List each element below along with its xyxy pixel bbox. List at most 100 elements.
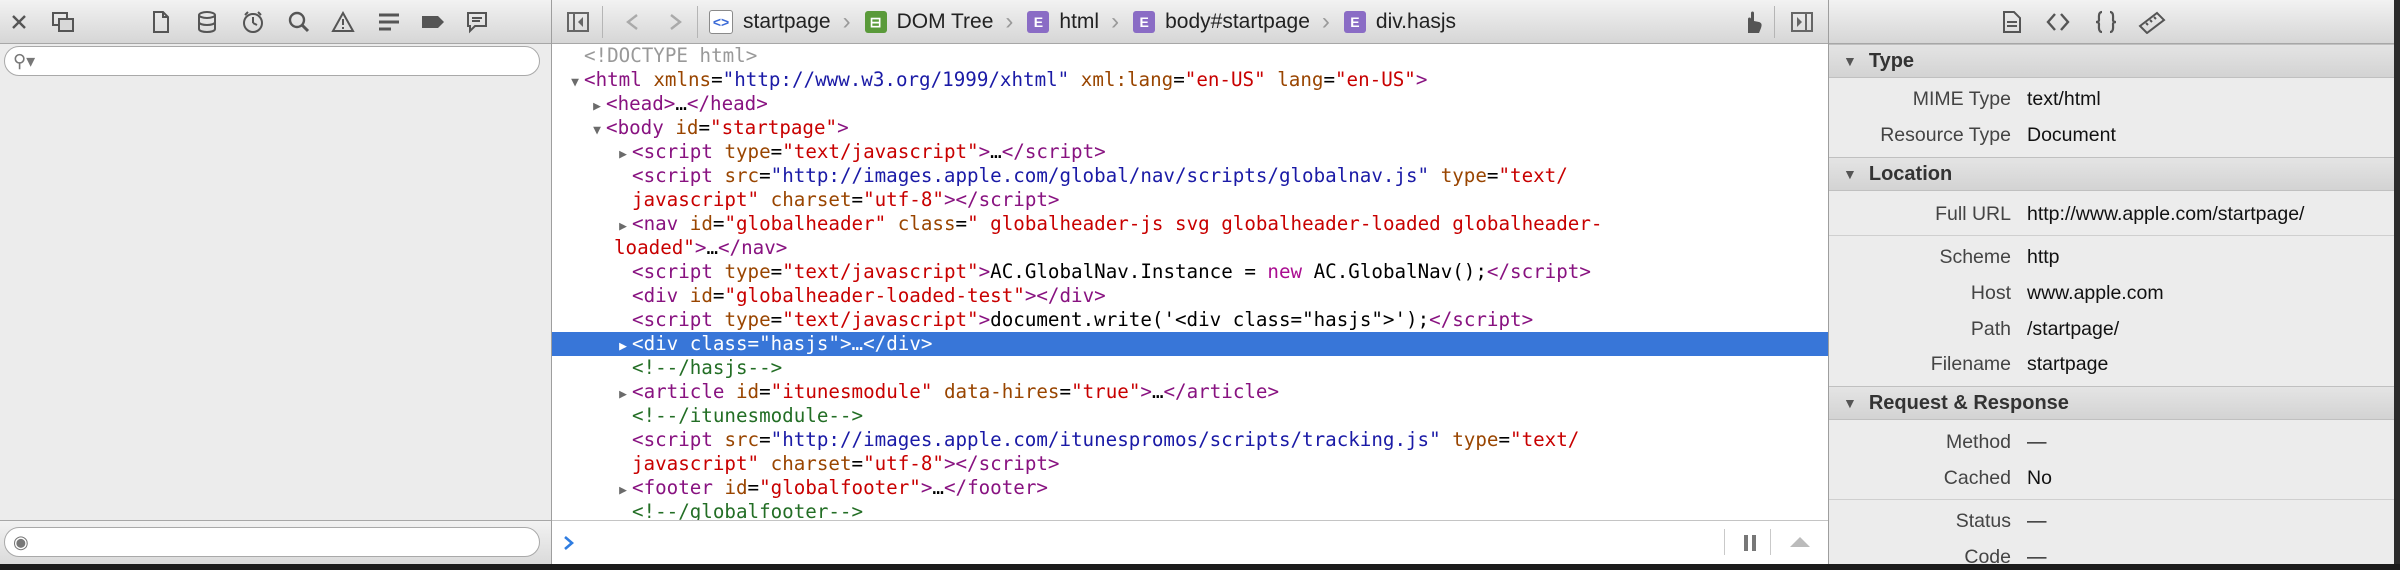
disclosure-open-icon: ▼ — [1843, 53, 1857, 69]
detail-row-full-url: Full URL http://www.apple.com/startpage/ — [1935, 202, 2305, 225]
dom-node-script-instance[interactable]: <script type="text/javascript">AC.Global… — [552, 260, 1828, 284]
dom-node-comment-globalfooter[interactable]: <!--/globalfooter--> — [552, 500, 1828, 520]
dom-tree-content: <> startpage › ⊟ DOM Tree › E html › E b… — [552, 0, 1828, 564]
sidebar-filter-field[interactable]: ◉ — [4, 527, 540, 557]
dom-node-div-loaded-test[interactable]: <div id="globalheader-loaded-test"></div… — [552, 284, 1828, 308]
detail-row-cached: Cached No — [1943, 466, 2052, 489]
content-navigation-bar: <> startpage › ⊟ DOM Tree › E html › E b… — [552, 0, 1828, 44]
dom-node-nav-cont[interactable]: loaded">…</nav> — [552, 236, 1828, 260]
chevron-right-icon: › — [842, 8, 851, 35]
dom-node-script-globalnav[interactable]: <script src="http://images.apple.com/glo… — [552, 164, 1828, 188]
quick-console[interactable] — [552, 520, 1828, 564]
breadcrumb-label: html — [1059, 10, 1100, 33]
detail-row-mime-type: MIME Type text/html — [1912, 87, 2101, 110]
toolbar-separator — [1770, 529, 1771, 555]
divider — [1829, 235, 2394, 236]
search-icon: ⚲▾ — [13, 50, 36, 71]
sidebar-search-field[interactable]: ⚲▾ — [4, 46, 540, 76]
dom-tree-icon: ⊟ — [864, 11, 887, 33]
disclosure-open-icon: ▼ — [1843, 166, 1857, 182]
sidebar-filter-input[interactable] — [34, 530, 479, 554]
dom-node-script-tracking[interactable]: <script src="http://images.apple.com/itu… — [552, 428, 1828, 452]
divider — [1829, 499, 2394, 500]
toolbar-separator — [1724, 529, 1725, 555]
section-header-type[interactable]: ▼ Type — [1829, 44, 2394, 78]
layout-ruler-icon[interactable] — [2135, 6, 2169, 38]
toolbar-separator — [602, 6, 603, 38]
dom-node-script-write[interactable]: <script type="text/javascript">document.… — [552, 308, 1828, 332]
console-icon[interactable] — [460, 6, 494, 38]
section-header-request-response[interactable]: ▼ Request & Response — [1829, 386, 2394, 420]
dom-node-comment-itunesmodule[interactable]: <!--/itunesmodule--> — [552, 404, 1828, 428]
document-icon: <> — [709, 10, 733, 34]
toggle-details-sidebar-icon[interactable] — [1786, 6, 1818, 38]
element-icon: E — [1133, 11, 1156, 33]
dom-node-footer[interactable]: ▶ <footer id="globalfooter">…</footer> — [552, 476, 1828, 500]
dom-node-nav[interactable]: ▶ <nav id="globalheader" class=" globalhe… — [552, 212, 1828, 236]
details-sidebar: ▼ Type MIME Type text/html Resource Type Do… — [1828, 0, 2394, 564]
element-icon: E — [1027, 11, 1050, 33]
breadcrumb-item-html[interactable]: E html › — [1025, 0, 1131, 44]
inspect-element-icon[interactable] — [1736, 6, 1768, 38]
filter-icon: ◉ — [13, 531, 29, 552]
breadcrumb-label: DOM Tree — [896, 10, 994, 33]
resources-icon[interactable] — [144, 6, 178, 38]
dom-node-head[interactable]: ▶ <head>…</head> — [552, 92, 1828, 116]
doctype-node[interactable]: <!DOCTYPE html> — [552, 44, 1828, 68]
window-bottom-edge — [0, 564, 2400, 570]
resource-details-icon[interactable] — [1995, 6, 2029, 38]
log-icon[interactable] — [416, 6, 450, 38]
toolbar-separator — [697, 6, 698, 38]
dom-node-article[interactable]: ▶ <article id="itunesmodule" data-hires="… — [552, 380, 1828, 404]
dom-node-script-tracking-cont[interactable]: javascript" charset="utf-8"></script> — [552, 452, 1828, 476]
debugger-icon[interactable] — [372, 6, 406, 38]
node-details-icon[interactable] — [2041, 6, 2075, 38]
issues-icon[interactable] — [326, 6, 360, 38]
detail-row-filename: Filename startpage — [1930, 352, 2109, 375]
timeline-icon[interactable] — [236, 6, 270, 38]
disclosure-open-icon: ▼ — [1843, 395, 1857, 411]
breadcrumb-item-startpage[interactable]: <> startpage › — [707, 0, 863, 44]
element-icon: E — [1343, 11, 1366, 33]
toolbar-separator — [1774, 6, 1775, 38]
breadcrumb-label: div.hasjs — [1375, 10, 1457, 33]
toggle-navigation-sidebar-icon[interactable] — [562, 6, 594, 38]
sidebar-bottom-bar: ◉ — [0, 520, 551, 565]
details-toolbar — [1829, 0, 2394, 44]
pause-icon[interactable] — [1742, 533, 1758, 553]
detach-icon[interactable] — [46, 6, 80, 38]
storage-icon[interactable] — [190, 6, 224, 38]
close-icon[interactable] — [2, 6, 36, 38]
dom-node-script-globalnav-cont[interactable]: javascript" charset="utf-8"></script> — [552, 188, 1828, 212]
dom-node-div-hasjs-selected[interactable]: ▶ <div class="hasjs">…</div> — [552, 332, 1828, 356]
breadcrumb-label: startpage — [743, 10, 831, 33]
dom-tree-outline: <!DOCTYPE html> ▼ <html xmlns="http://www… — [552, 44, 1828, 520]
breadcrumb-item-body[interactable]: E body#startpage › — [1131, 0, 1342, 44]
detail-row-host: Host www.apple.com — [1970, 281, 2164, 304]
back-arrow-icon[interactable] — [616, 6, 648, 38]
navigation-sidebar: ⚲▾ ◉ — [0, 0, 552, 565]
chevron-right-icon: › — [1321, 8, 1330, 35]
sidebar-toolbar — [0, 0, 551, 44]
breadcrumb-item-dom-tree[interactable]: ⊟ DOM Tree › — [863, 0, 1026, 44]
breadcrumb-item-div-hasjs[interactable]: E div.hasjs — [1342, 0, 1458, 44]
dom-node-comment-hasjs[interactable]: <!--/hasjs--> — [552, 356, 1828, 380]
section-header-location[interactable]: ▼ Location — [1829, 157, 2394, 191]
forward-arrow-icon[interactable] — [660, 6, 692, 38]
dom-node-body[interactable]: ▼ <body id="startpage"> — [552, 116, 1828, 140]
console-prompt-icon — [564, 536, 574, 550]
dom-node-script[interactable]: ▶ <script type="text/javascript">…</scrip… — [552, 140, 1828, 164]
detail-row-scheme: Scheme http — [1939, 245, 2060, 268]
expand-console-icon[interactable] — [1788, 535, 1812, 549]
detail-row-status: Status — — [1955, 509, 2047, 532]
chevron-right-icon: › — [1111, 8, 1120, 35]
breadcrumb-label: body#startpage — [1165, 10, 1310, 33]
style-details-icon[interactable] — [2089, 6, 2123, 38]
search-icon[interactable] — [282, 6, 316, 38]
chevron-right-icon: › — [1005, 8, 1014, 35]
detail-row-resource-type: Resource Type Document — [1880, 123, 2116, 146]
dom-node-html[interactable]: ▼ <html xmlns="http://www.w3.org/1999/xht… — [552, 68, 1828, 92]
sidebar-search-input[interactable] — [41, 49, 486, 73]
detail-row-path: Path/startpage/ — [1970, 317, 2120, 340]
breadcrumb: <> startpage › ⊟ DOM Tree › E html › E b… — [707, 0, 1458, 44]
